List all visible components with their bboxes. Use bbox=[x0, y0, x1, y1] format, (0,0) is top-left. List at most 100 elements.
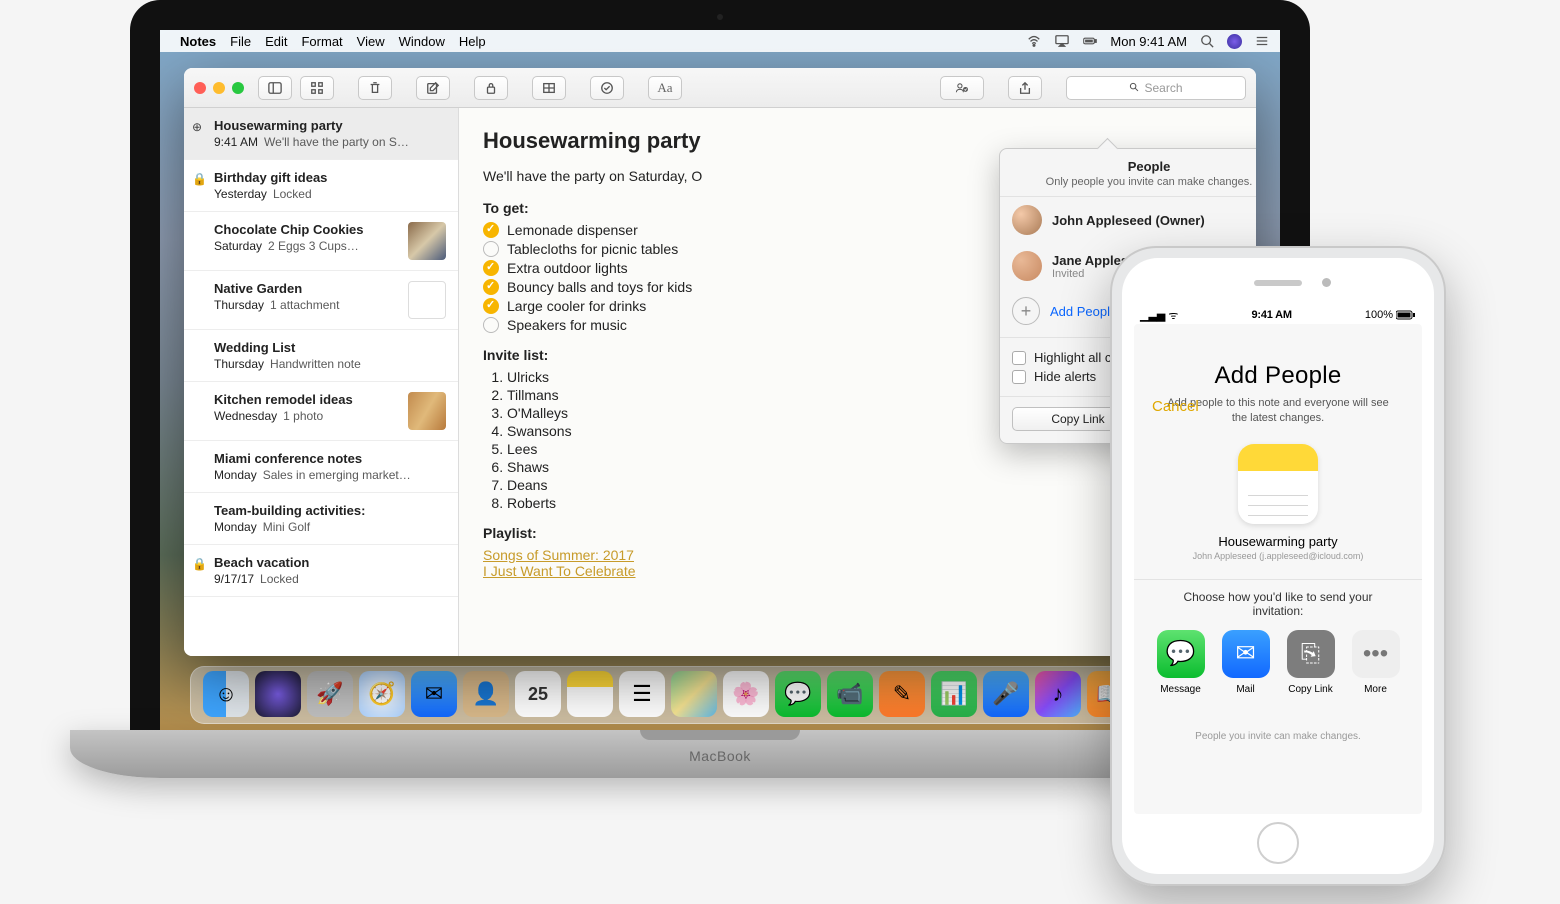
spotlight-icon[interactable] bbox=[1199, 34, 1215, 48]
popover-header: People Only people you invite can make c… bbox=[1000, 149, 1256, 197]
siri-icon[interactable] bbox=[1227, 34, 1242, 49]
share-mail[interactable]: ✉ Mail bbox=[1216, 630, 1276, 695]
note-list-item[interactable]: 🔒 Birthday gift ideas YesterdayLocked bbox=[184, 160, 458, 212]
note-list-item[interactable]: Team-building activities: MondayMini Gol… bbox=[184, 493, 458, 545]
photos-icon[interactable]: 🌸 bbox=[723, 671, 769, 717]
delete-button[interactable] bbox=[358, 76, 392, 100]
lock-icon: 🔒 bbox=[192, 557, 206, 571]
messages-icon[interactable]: 💬 bbox=[775, 671, 821, 717]
zoom-button[interactable] bbox=[232, 82, 244, 94]
iphone-screen: ▁▃▅ ᯤ 9:41 AM 100% Cancel Add People Add… bbox=[1122, 258, 1434, 874]
share-more[interactable]: ••• More bbox=[1346, 630, 1406, 695]
menu-view[interactable]: View bbox=[357, 34, 385, 49]
maps-icon[interactable] bbox=[671, 671, 717, 717]
keynote-icon[interactable]: 🎤 bbox=[983, 671, 1029, 717]
copy-link-icon: ⎘ bbox=[1287, 630, 1335, 678]
menu-format[interactable]: Format bbox=[301, 34, 342, 49]
popover-title: People bbox=[1010, 159, 1256, 174]
note-item-title: Kitchen remodel ideas bbox=[214, 392, 400, 407]
collaborate-button[interactable] bbox=[940, 76, 984, 100]
lock-button[interactable] bbox=[474, 76, 508, 100]
search-input[interactable]: Search bbox=[1066, 76, 1246, 100]
mail-icon[interactable]: ✉ bbox=[411, 671, 457, 717]
playlist-link-1[interactable]: Songs of Summer: 2017 bbox=[483, 547, 634, 563]
note-item-title: Chocolate Chip Cookies bbox=[214, 222, 400, 237]
note-list-item[interactable]: Miami conference notes MondaySales in em… bbox=[184, 441, 458, 493]
front-camera-icon bbox=[1322, 278, 1331, 287]
close-button[interactable] bbox=[194, 82, 206, 94]
notes-window: Aa Search ⊕ Housewarming party 9:41 AMWe… bbox=[184, 68, 1256, 656]
share-button[interactable] bbox=[1008, 76, 1042, 100]
note-list-item[interactable]: Chocolate Chip Cookies Saturday2 Eggs 3 … bbox=[184, 212, 458, 271]
airplay-icon[interactable] bbox=[1054, 34, 1070, 48]
notification-center-icon[interactable] bbox=[1254, 34, 1270, 48]
checkbox-icon[interactable] bbox=[483, 222, 499, 238]
siri-dock-icon[interactable] bbox=[255, 671, 301, 717]
mail-icon: ✉ bbox=[1222, 630, 1270, 678]
checklist-button[interactable] bbox=[590, 76, 624, 100]
launchpad-icon[interactable]: 🚀 bbox=[307, 671, 353, 717]
view-grid-button[interactable] bbox=[300, 76, 334, 100]
new-note-button[interactable] bbox=[416, 76, 450, 100]
menubar-time[interactable]: Mon 9:41 AM bbox=[1110, 34, 1187, 49]
battery-icon[interactable] bbox=[1082, 34, 1098, 48]
checkbox-icon[interactable] bbox=[483, 298, 499, 314]
playlist-link-2[interactable]: I Just Want To Celebrate bbox=[483, 563, 636, 579]
note-list-item[interactable]: 🔒 Beach vacation 9/17/17Locked bbox=[184, 545, 458, 597]
note-list-item[interactable]: Native Garden Thursday1 attachment bbox=[184, 271, 458, 330]
note-thumbnail bbox=[408, 222, 446, 260]
note-item-title: Birthday gift ideas bbox=[214, 170, 446, 185]
note-thumbnail bbox=[408, 281, 446, 319]
note-list-item[interactable]: ⊕ Housewarming party 9:41 AMWe'll have t… bbox=[184, 108, 458, 160]
menu-help[interactable]: Help bbox=[459, 34, 486, 49]
note-list-item[interactable]: Kitchen remodel ideas Wednesday1 photo bbox=[184, 382, 458, 441]
ios-note-owner: John Appleseed (j.appleseed@icloud.com) bbox=[1134, 551, 1422, 561]
plus-icon: + bbox=[1012, 297, 1040, 325]
table-button[interactable] bbox=[532, 76, 566, 100]
reminders-icon[interactable]: ☰ bbox=[619, 671, 665, 717]
note-thumbnail bbox=[408, 392, 446, 430]
notes-app-icon bbox=[1238, 444, 1318, 524]
facetime-icon[interactable]: 📹 bbox=[827, 671, 873, 717]
share-icon: ⊕ bbox=[192, 120, 206, 134]
format-button[interactable]: Aa bbox=[648, 76, 682, 100]
note-item-title: Native Garden bbox=[214, 281, 400, 296]
ios-title: Add People bbox=[1134, 362, 1422, 390]
traffic-lights bbox=[194, 82, 244, 94]
lock-icon: 🔒 bbox=[192, 172, 206, 186]
calendar-icon[interactable]: 25 bbox=[515, 671, 561, 717]
wifi-icon[interactable] bbox=[1026, 34, 1042, 48]
note-list-item[interactable]: Wedding List ThursdayHandwritten note bbox=[184, 330, 458, 382]
ios-battery-label: 100% bbox=[1365, 309, 1393, 321]
pages-icon[interactable]: ✎ bbox=[879, 671, 925, 717]
notes-list[interactable]: ⊕ Housewarming party 9:41 AMWe'll have t… bbox=[184, 108, 459, 656]
menubar-app[interactable]: Notes bbox=[180, 34, 216, 49]
menu-file[interactable]: File bbox=[230, 34, 251, 49]
home-button[interactable] bbox=[1257, 822, 1299, 864]
checkbox-icon[interactable] bbox=[483, 317, 499, 333]
itunes-icon[interactable]: ♪ bbox=[1035, 671, 1081, 717]
minimize-button[interactable] bbox=[213, 82, 225, 94]
sidebar-toggle-button[interactable] bbox=[258, 76, 292, 100]
divider bbox=[1134, 579, 1422, 580]
note-item-title: Wedding List bbox=[214, 340, 446, 355]
notes-icon[interactable] bbox=[567, 671, 613, 717]
menu-window[interactable]: Window bbox=[399, 34, 445, 49]
speaker-icon bbox=[1254, 280, 1302, 286]
menu-edit[interactable]: Edit bbox=[265, 34, 287, 49]
search-placeholder: Search bbox=[1144, 81, 1182, 95]
numbers-icon[interactable]: 📊 bbox=[931, 671, 977, 717]
avatar bbox=[1012, 251, 1042, 281]
share-message[interactable]: 💬 Message bbox=[1151, 630, 1211, 695]
share-row: 💬 Message ✉ Mail ⎘ Copy Link ••• More bbox=[1134, 618, 1422, 701]
finder-icon[interactable]: ☺ bbox=[203, 671, 249, 717]
share-copy-link[interactable]: ⎘ Copy Link bbox=[1281, 630, 1341, 695]
cancel-button[interactable]: Cancel bbox=[1152, 398, 1199, 415]
safari-icon[interactable]: 🧭 bbox=[359, 671, 405, 717]
checkbox-icon[interactable] bbox=[483, 260, 499, 276]
more-icon: ••• bbox=[1352, 630, 1400, 678]
checkbox-icon[interactable] bbox=[483, 279, 499, 295]
contacts-icon[interactable]: 👤 bbox=[463, 671, 509, 717]
person-row[interactable]: John Appleseed (Owner) bbox=[1000, 197, 1256, 243]
checkbox-icon[interactable] bbox=[483, 241, 499, 257]
